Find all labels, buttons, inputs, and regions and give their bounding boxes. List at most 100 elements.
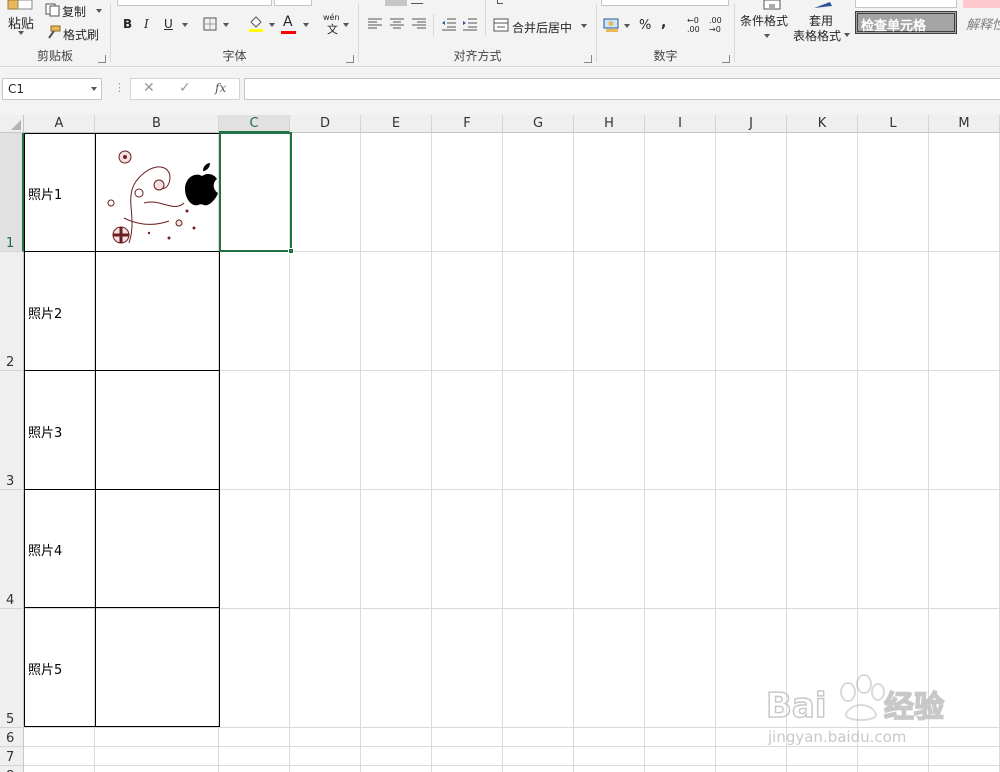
align-left-icon[interactable] <box>367 18 383 30</box>
increase-decimal-button[interactable]: ←0 .00 <box>687 16 701 34</box>
font-group-label: 字体 <box>222 49 247 63</box>
wrap-text-icon[interactable] <box>411 3 423 4</box>
font-name-box[interactable] <box>117 0 272 6</box>
fill-color-dropdown-icon[interactable] <box>269 23 275 27</box>
paste-button[interactable]: 粘贴 <box>8 13 34 32</box>
column-header-K[interactable]: K <box>787 115 858 133</box>
row-header-7[interactable]: 7 <box>0 747 24 766</box>
paste-dropdown-icon[interactable] <box>18 31 24 35</box>
border-dropdown-icon[interactable] <box>223 23 229 27</box>
formula-input[interactable] <box>244 78 1000 100</box>
percent-button[interactable]: % <box>639 18 651 33</box>
column-header-M[interactable]: M <box>929 115 1000 133</box>
cell-A5[interactable]: 照片5 <box>28 659 62 678</box>
font-size-box[interactable] <box>274 0 312 6</box>
copy-button[interactable]: 复制 <box>62 3 86 20</box>
phonetic-dropdown-icon[interactable] <box>343 23 349 27</box>
bordered-range-row-line <box>24 489 220 490</box>
row-header-2[interactable]: 2 <box>0 252 24 371</box>
name-box-value: C1 <box>8 82 25 96</box>
table-format-icon <box>814 2 832 8</box>
bold-button[interactable]: B <box>123 17 132 31</box>
table-format-button[interactable]: 表格格式 <box>793 27 841 44</box>
floral-apple-picture[interactable] <box>99 143 218 250</box>
row-header-5[interactable]: 5 <box>0 609 24 728</box>
name-box[interactable]: C1 <box>2 78 102 100</box>
row-header-label: 7 <box>6 750 15 765</box>
conditional-format-dropdown-icon[interactable] <box>764 34 770 38</box>
column-header-G[interactable]: G <box>503 115 574 133</box>
row-header-1[interactable]: 1 <box>0 133 24 252</box>
clipboard-group-label: 剪贴板 <box>36 49 73 63</box>
active-cell-selection[interactable] <box>219 132 294 254</box>
check-cell-style[interactable]: 检查单元格 <box>855 11 957 34</box>
accounting-format-icon[interactable] <box>603 17 621 33</box>
italic-button[interactable]: I <box>144 17 149 31</box>
merge-center-icon <box>493 18 509 32</box>
increase-indent-icon[interactable] <box>462 17 478 31</box>
column-header-E[interactable]: E <box>361 115 432 133</box>
cancel-icon[interactable]: ✕ <box>143 80 155 96</box>
column-gridline <box>502 133 503 772</box>
font-color-bar <box>281 31 296 34</box>
merge-dropdown-icon[interactable] <box>581 24 587 28</box>
enter-icon[interactable]: ✓ <box>179 80 191 96</box>
cell-A4[interactable]: 照片4 <box>28 540 62 559</box>
font-launcher-icon[interactable] <box>346 55 354 63</box>
align-right-icon[interactable] <box>411 18 427 30</box>
column-header-J[interactable]: J <box>716 115 787 133</box>
explain-style[interactable]: 解释性 <box>966 14 1000 33</box>
align-center-icon[interactable] <box>389 18 405 30</box>
column-header-I[interactable]: I <box>645 115 716 133</box>
alignment-launcher-icon[interactable] <box>584 55 592 63</box>
cell-A2[interactable]: 照片2 <box>28 303 62 322</box>
copy-dropdown-icon[interactable] <box>96 9 102 13</box>
clipboard-group: 粘贴 复制 格式刷 剪贴板 <box>0 0 110 66</box>
cell-A3[interactable]: 照片3 <box>28 422 62 441</box>
wrap-icon <box>497 0 503 4</box>
bad-style-cell[interactable] <box>963 0 1000 8</box>
table-format-dropdown-icon[interactable] <box>844 33 850 37</box>
column-header-C[interactable]: C <box>219 115 290 133</box>
column-header-B[interactable]: B <box>95 115 219 133</box>
conditional-format-button[interactable]: 条件格式 <box>740 12 788 29</box>
column-header-D[interactable]: D <box>290 115 361 133</box>
clipboard-launcher-icon[interactable] <box>98 55 106 63</box>
underline-dropdown-icon[interactable] <box>182 23 188 27</box>
cell-A1[interactable]: 照片1 <box>28 184 62 203</box>
row-header-6[interactable]: 6 <box>0 728 24 747</box>
column-header-L[interactable]: L <box>858 115 929 133</box>
fill-color-icon[interactable] <box>248 15 264 33</box>
normal-style-cell[interactable] <box>855 0 957 8</box>
column-header-A[interactable]: A <box>24 115 95 133</box>
format-painter-button[interactable]: 格式刷 <box>63 26 99 43</box>
font-group: B I U A wén 文 字体 <box>111 0 358 66</box>
insert-function-button[interactable]: fx <box>215 81 226 95</box>
phonetic-button[interactable]: 文 <box>327 21 338 37</box>
orientation-icon[interactable] <box>385 0 407 6</box>
resize-handle-icon[interactable]: ⋮ <box>114 81 125 94</box>
column-header-H[interactable]: H <box>574 115 645 133</box>
fill-handle[interactable] <box>288 248 294 254</box>
decrease-indent-icon[interactable] <box>441 17 457 31</box>
conditional-format-icon <box>763 0 781 10</box>
row-gridline <box>24 765 1000 766</box>
accounting-dropdown-icon[interactable] <box>624 24 630 28</box>
column-header-F[interactable]: F <box>432 115 503 133</box>
underline-button[interactable]: U <box>164 17 173 31</box>
font-color-dropdown-icon[interactable] <box>303 23 309 27</box>
format-painter-icon <box>48 25 61 39</box>
number-format-box[interactable] <box>601 0 729 6</box>
number-launcher-icon[interactable] <box>722 55 730 63</box>
merge-center-button[interactable]: 合并后居中 <box>512 19 572 36</box>
font-color-button[interactable]: A <box>283 14 293 30</box>
select-all-corner[interactable] <box>0 115 24 133</box>
border-icon[interactable] <box>203 17 217 31</box>
row-header-8[interactable]: 8 <box>0 766 24 772</box>
decrease-decimal-button[interactable]: .00 →0 <box>709 16 723 34</box>
row-header-4[interactable]: 4 <box>0 490 24 609</box>
paste-icon[interactable] <box>6 0 38 10</box>
comma-button[interactable]: , <box>661 15 666 31</box>
name-box-dropdown-icon[interactable] <box>91 87 97 91</box>
row-header-3[interactable]: 3 <box>0 371 24 490</box>
